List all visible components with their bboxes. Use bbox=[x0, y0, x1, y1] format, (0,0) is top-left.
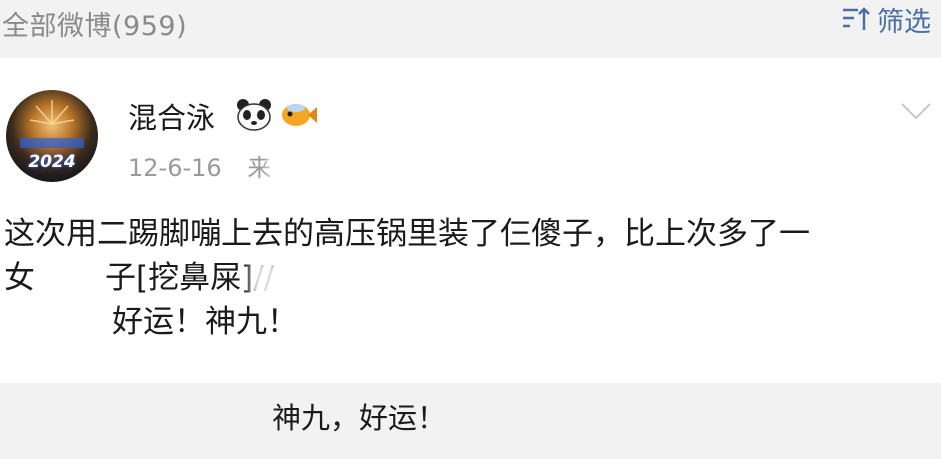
redacted-source bbox=[268, 150, 438, 180]
redacted-mention-1 bbox=[250, 262, 920, 302]
filter-button[interactable]: 筛选 bbox=[841, 3, 931, 38]
chevron-down-icon[interactable] bbox=[899, 100, 933, 122]
post-line-1: 这次用二踢脚嘣上去的高压锅里装了仨傻子，比上次多了一 bbox=[4, 216, 810, 252]
post-date: 12-6-16 bbox=[128, 154, 222, 182]
filter-label: 筛选 bbox=[877, 6, 931, 38]
post-meta: 12-6-16 来 bbox=[128, 148, 271, 183]
post-line-3: 好运！神九！ bbox=[112, 304, 298, 340]
fish-emoji-icon bbox=[282, 104, 317, 126]
redacted-mark-1 bbox=[40, 262, 100, 296]
avatar[interactable]: 2024 bbox=[6, 90, 98, 182]
repost-text: 神九，好运！ bbox=[272, 401, 447, 435]
weibo-count-label: 全部微博(959) bbox=[2, 11, 188, 42]
post-line-2-tag: 子[挖鼻屎]// bbox=[105, 260, 275, 296]
redacted-repost-mention bbox=[0, 388, 270, 438]
feed-header: 全部微博(959) 筛选 bbox=[0, 0, 941, 58]
username[interactable]: 混合泳 bbox=[128, 95, 215, 137]
post-line-2-start: 女 bbox=[4, 260, 35, 296]
sort-filter-icon bbox=[843, 7, 870, 30]
redacted-mention-2 bbox=[0, 308, 108, 348]
avatar-year-text: 2024 bbox=[28, 152, 76, 172]
panda-emoji-icon bbox=[237, 99, 271, 131]
